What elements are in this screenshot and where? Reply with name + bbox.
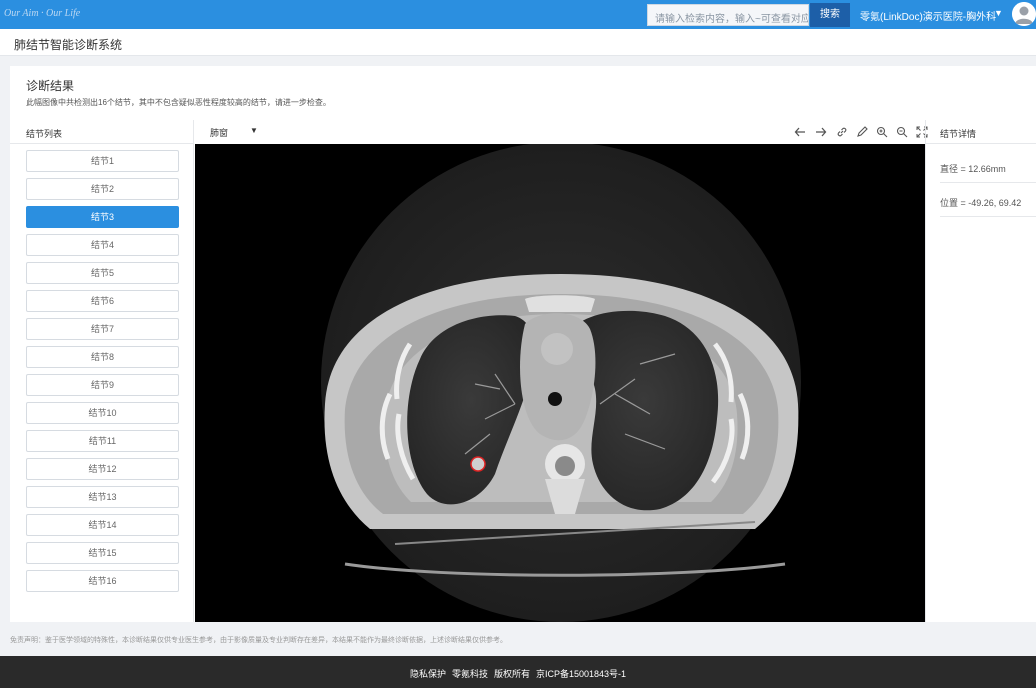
nodule-item-8[interactable]: 结节8 xyxy=(26,346,179,368)
disclaimer-text: 免责声明：鉴于医学领域的特殊性，本诊断结果仅供专业医生参考，由于影像质量及专业判… xyxy=(10,635,507,645)
nodule-item-7[interactable]: 结节7 xyxy=(26,318,179,340)
ct-scan-image xyxy=(195,144,925,622)
window-preset-caret-icon[interactable]: ▼ xyxy=(250,126,258,135)
footer-link-4[interactable]: 京ICP备15001843号-1 xyxy=(536,669,626,679)
nodule-item-13[interactable]: 结节13 xyxy=(26,486,179,508)
viewer-toolbar: 肺窗 ▼ xyxy=(195,120,925,144)
arrow-right-icon[interactable] xyxy=(813,124,829,140)
diagnosis-card: 诊断结果 此幅图像中共检测出16个结节，其中不包含疑似恶性程度较高的结节，请进一… xyxy=(10,66,1036,622)
nodule-list-panel: 结节列表 结节1 结节2 结节3 结节4 结节5 结节6 结节7 结节8 结节9 结节10 结节11… xyxy=(10,120,194,622)
divider xyxy=(926,143,1036,144)
user-menu-caret-icon[interactable]: ▼ xyxy=(994,8,1003,18)
zoom-out-icon[interactable] xyxy=(894,124,910,140)
divider xyxy=(940,182,1036,183)
link-icon[interactable] xyxy=(834,124,850,140)
zoom-in-icon[interactable] xyxy=(874,124,890,140)
nodule-item-9[interactable]: 结节9 xyxy=(26,374,179,396)
brand-logo-text: Our Aim · Our Life xyxy=(4,8,80,19)
result-description: 此幅图像中共检测出16个结节，其中不包含疑似恶性程度较高的结节，请进一步检查。 xyxy=(26,97,331,108)
divider xyxy=(940,216,1036,217)
footer-links: 隐私保护零氪科技版权所有京ICP备15001843号-1 xyxy=(0,667,1036,680)
nodule-item-1[interactable]: 结节1 xyxy=(26,150,179,172)
nodule-marker[interactable] xyxy=(471,457,485,471)
page-title: 肺结节智能诊断系统 xyxy=(14,36,122,53)
details-heading: 结节详情 xyxy=(940,127,976,140)
ct-image-viewer[interactable] xyxy=(195,144,925,622)
result-title: 诊断结果 xyxy=(26,77,74,94)
detail-position: 位置 = -49.26, 69.42 xyxy=(940,196,1021,209)
page-header: 肺结节智能诊断系统 xyxy=(0,29,1036,56)
nodule-item-10[interactable]: 结节10 xyxy=(26,402,179,424)
nodule-item-4[interactable]: 结节4 xyxy=(26,234,179,256)
search-button[interactable]: 搜索 xyxy=(810,3,850,27)
detail-diameter: 直径 = 12.66mm xyxy=(940,162,1006,175)
pen-icon[interactable] xyxy=(854,124,870,140)
nodule-item-3[interactable]: 结节3 xyxy=(26,206,179,228)
nodule-item-6[interactable]: 结节6 xyxy=(26,290,179,312)
footer-link-2[interactable]: 零氪科技 xyxy=(452,669,488,679)
nodule-item-14[interactable]: 结节14 xyxy=(26,514,179,536)
nodule-item-12[interactable]: 结节12 xyxy=(26,458,179,480)
nodule-item-16[interactable]: 结节16 xyxy=(26,570,179,592)
nodule-details-panel: 结节详情 直径 = 12.66mm 位置 = -49.26, 69.42 xyxy=(925,120,1036,622)
top-nav-bar: Our Aim · Our Life 请输入检索内容，输入~可查看对应的 搜索 … xyxy=(0,0,1036,29)
avatar[interactable] xyxy=(1012,2,1036,26)
nodule-list-heading: 结节列表 xyxy=(26,127,62,140)
nodule-item-5[interactable]: 结节5 xyxy=(26,262,179,284)
nodule-item-2[interactable]: 结节2 xyxy=(26,178,179,200)
footer-link-3[interactable]: 版权所有 xyxy=(494,669,530,679)
nodule-item-11[interactable]: 结节11 xyxy=(26,430,179,452)
nodule-item-15[interactable]: 结节15 xyxy=(26,542,179,564)
footer-link-1[interactable]: 隐私保护 xyxy=(410,669,446,679)
arrow-left-icon[interactable] xyxy=(792,124,808,140)
divider xyxy=(10,143,194,144)
footer: 隐私保护零氪科技版权所有京ICP备15001843号-1 xyxy=(0,656,1036,688)
user-menu-name[interactable]: 零氪(LinkDoc)演示医院-胸外科 xyxy=(860,8,996,23)
search-input[interactable]: 请输入检索内容，输入~可查看对应的 xyxy=(647,4,809,26)
user-avatar-icon xyxy=(1012,2,1036,26)
window-preset-select[interactable]: 肺窗 xyxy=(210,126,228,139)
